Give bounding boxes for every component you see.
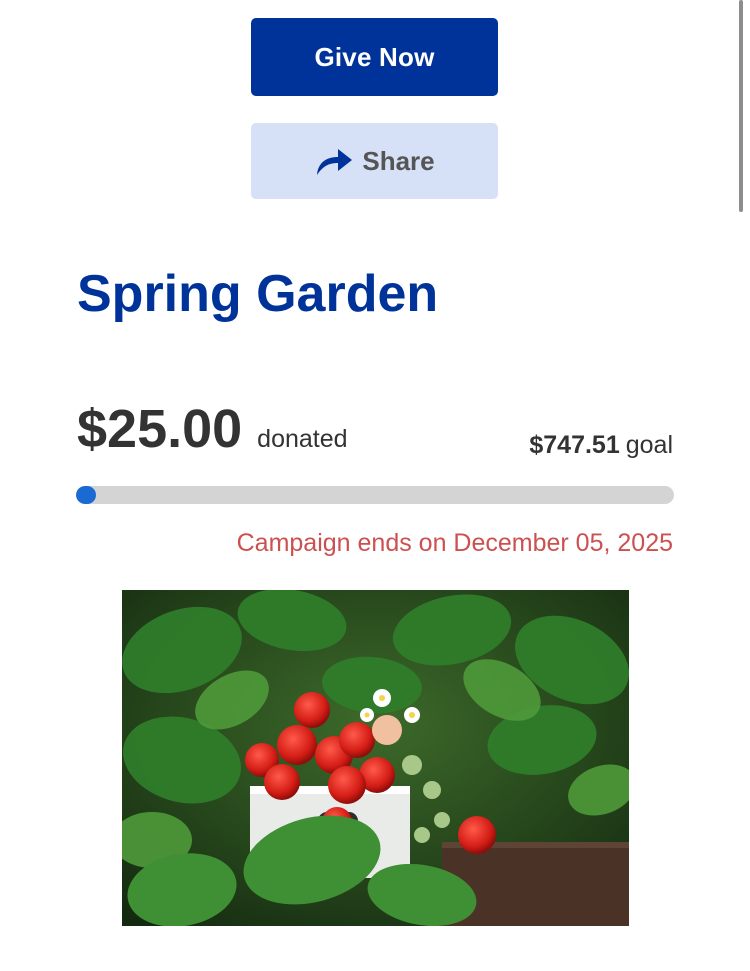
page-scrollbar[interactable]: [739, 0, 743, 212]
share-button[interactable]: Share: [251, 123, 498, 199]
progress-bar-fill: [76, 486, 96, 504]
goal-suffix: goal: [625, 431, 673, 459]
goal-summary: $747.51 goal: [529, 431, 673, 460]
campaign-photo: [122, 590, 629, 926]
give-now-button[interactable]: Give Now: [251, 18, 498, 96]
raised-summary: $25.00 donated: [77, 398, 348, 460]
raised-amount: $25.00: [77, 399, 243, 459]
progress-bar: [76, 486, 674, 504]
campaign-end-date: Campaign ends on December 05, 2025: [236, 529, 673, 557]
give-now-label: Give Now: [314, 41, 435, 72]
share-arrow-icon: [314, 145, 354, 177]
goal-amount: $747.51: [529, 431, 620, 459]
strawberry-crate-illustration: [122, 590, 629, 926]
share-label: Share: [362, 145, 435, 176]
campaign-title: Spring Garden: [77, 265, 439, 323]
raised-suffix: donated: [257, 425, 348, 453]
